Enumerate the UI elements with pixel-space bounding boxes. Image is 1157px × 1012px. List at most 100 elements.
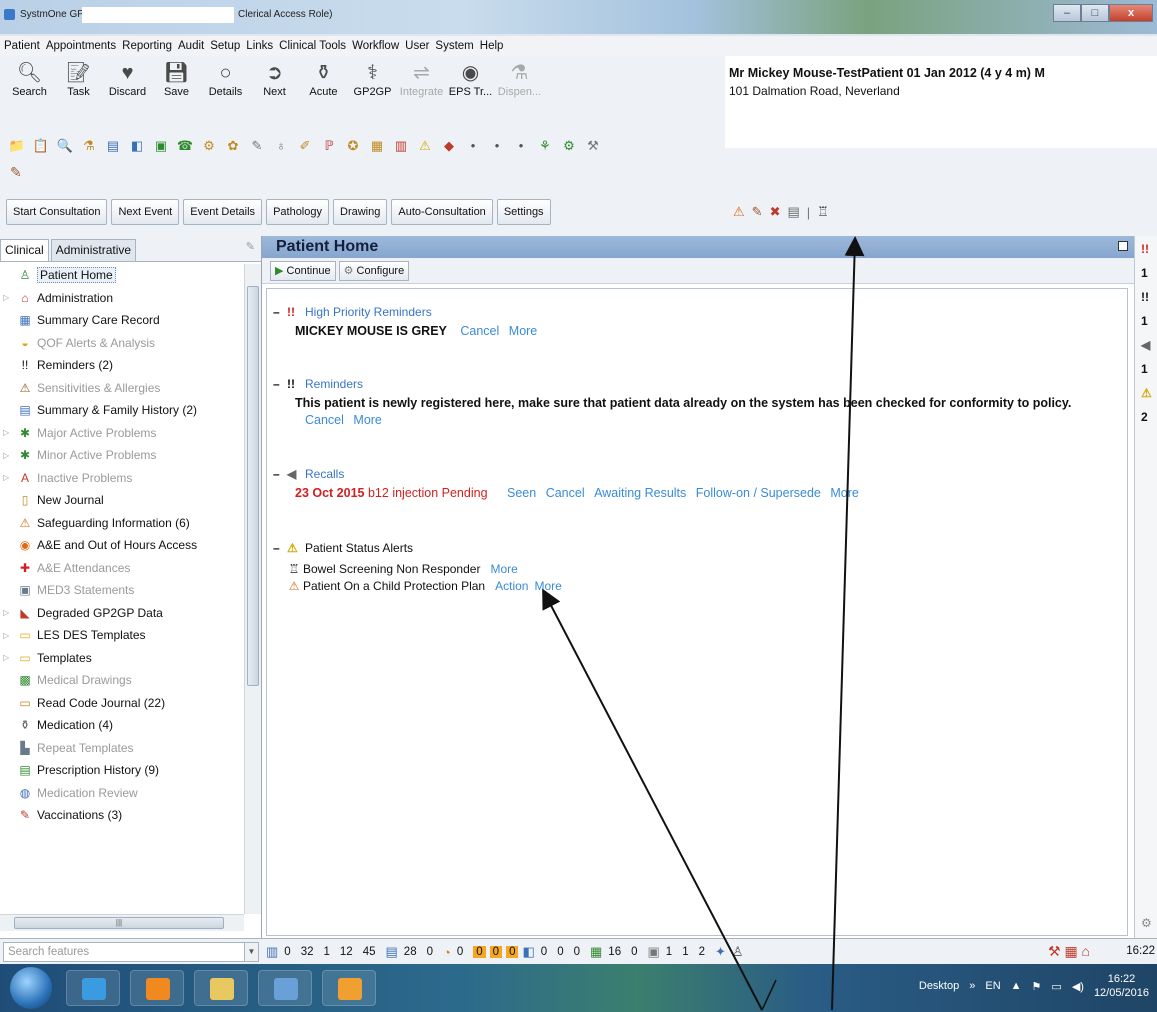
pin-icon[interactable]: ✎ bbox=[246, 240, 255, 253]
menu-clinical-tools[interactable]: Clinical Tools bbox=[279, 40, 346, 52]
toolbar-small-icon[interactable]: ✐ bbox=[296, 138, 314, 154]
document-count-icon[interactable]: ▤ bbox=[386, 944, 398, 960]
expand-arrow-icon[interactable]: ▷ bbox=[3, 608, 9, 617]
toolbar-small-icon[interactable]: ✪ bbox=[344, 138, 362, 154]
appointment-count-icon[interactable]: ◔ bbox=[443, 945, 451, 960]
toolbar-small-icon[interactable]: 📁 bbox=[8, 138, 26, 154]
task-count-icon[interactable]: ▥ bbox=[266, 944, 278, 960]
restore-panel-button[interactable] bbox=[1118, 241, 1128, 251]
maximize-button[interactable]: □ bbox=[1081, 4, 1109, 22]
collapse-icon[interactable]: – bbox=[273, 467, 287, 481]
menu-setup[interactable]: Setup bbox=[210, 40, 240, 52]
toolbar-small-icon[interactable]: ☎ bbox=[176, 138, 194, 154]
reminder-count-icon[interactable]: !! bbox=[1141, 290, 1149, 304]
tree-scroll-thumb[interactable] bbox=[247, 286, 259, 686]
taskbar-clock[interactable]: 16:22 12/05/2016 bbox=[1094, 972, 1149, 1000]
clipboard-count-icon[interactable]: ▣ bbox=[648, 944, 660, 960]
auto-consultation-button[interactable]: Auto-Consultation bbox=[391, 199, 493, 225]
recall-count-icon[interactable]: ◀ bbox=[1141, 338, 1150, 352]
taskbar-explorer[interactable] bbox=[194, 970, 248, 1006]
sidebar-item-sensitivities-allergies[interactable]: ⚠ Sensitivities & Allergies bbox=[0, 377, 244, 400]
taskbar-systmone[interactable] bbox=[258, 970, 312, 1006]
sidebar-item-a-e-and-out-of-hours-access[interactable]: ◉ A&E and Out of Hours Access bbox=[0, 534, 244, 557]
sidebar-item-med3-statements[interactable]: ▣ MED3 Statements bbox=[0, 579, 244, 602]
sidebar-item-medication-4[interactable]: ⚱ Medication (4) bbox=[0, 714, 244, 737]
tab-administrative[interactable]: Administrative bbox=[50, 239, 137, 261]
sidebar-item-a-e-attendances[interactable]: ✚ A&E Attendances bbox=[0, 557, 244, 580]
message-count-icon[interactable]: ◧ bbox=[522, 944, 534, 960]
tree-horizontal-scrollbar[interactable]: ||| bbox=[0, 914, 244, 931]
high-priority-title[interactable]: High Priority Reminders bbox=[305, 305, 432, 319]
cross-icon[interactable]: ✖ bbox=[770, 204, 781, 220]
language-indicator[interactable]: EN bbox=[985, 980, 1000, 992]
sidebar-item-safeguarding-information-6[interactable]: ⚠ Safeguarding Information (6) bbox=[0, 512, 244, 535]
chevron-down-icon[interactable]: ▼ bbox=[244, 943, 258, 961]
toolbar-small-icon[interactable]: ▣ bbox=[152, 138, 170, 154]
toolbar-small-icon[interactable]: • bbox=[464, 138, 482, 154]
toolbar-small-icon[interactable]: ◆ bbox=[440, 138, 458, 154]
toolbar-dispen-button[interactable]: ⚗ Dispen... bbox=[496, 60, 543, 98]
expand-arrow-icon[interactable]: ▷ bbox=[3, 293, 9, 302]
recall-more-link[interactable]: More bbox=[830, 486, 858, 500]
toolbar-small-icon[interactable]: ▤ bbox=[104, 138, 122, 154]
sidebar-item-repeat-templates[interactable]: ▙ Repeat Templates bbox=[0, 737, 244, 760]
menu-patient[interactable]: Patient bbox=[4, 40, 40, 52]
sidebar-item-patient-home[interactable]: ♙ Patient Home bbox=[0, 264, 244, 287]
toolbar-eps-tr-button[interactable]: ◉ EPS Tr... bbox=[447, 60, 494, 98]
reminder-cancel-link[interactable]: Cancel bbox=[305, 413, 344, 427]
reminders-title[interactable]: Reminders bbox=[305, 377, 363, 391]
sidebar-item-read-code-journal-22[interactable]: ▭ Read Code Journal (22) bbox=[0, 692, 244, 715]
sidebar-item-minor-active-problems[interactable]: ▷ ✱ Minor Active Problems bbox=[0, 444, 244, 467]
pathology-button[interactable]: Pathology bbox=[266, 199, 329, 225]
settings-icon[interactable]: ⚙ bbox=[1141, 916, 1152, 930]
help-icon[interactable]: ✦ bbox=[715, 944, 726, 960]
sidebar-item-summary-care-record[interactable]: ▦ Summary Care Record bbox=[0, 309, 244, 332]
toolbar-small-icon[interactable]: ⚠ bbox=[416, 138, 434, 154]
sidebar-item-degraded-gp2gp-data[interactable]: ▷ ◣ Degraded GP2GP Data bbox=[0, 602, 244, 625]
desktop-toolbar[interactable]: Desktop bbox=[919, 980, 959, 992]
sidebar-item-inactive-problems[interactable]: ▷ A Inactive Problems bbox=[0, 467, 244, 490]
toolbar-integrate-button[interactable]: ⇌ Integrate bbox=[398, 60, 445, 98]
toolbar-small-icon[interactable]: ⚒ bbox=[584, 138, 602, 154]
show-hidden-icons[interactable]: ▲ bbox=[1011, 980, 1022, 992]
expand-arrow-icon[interactable]: ▷ bbox=[3, 631, 9, 640]
tree-vertical-scrollbar[interactable] bbox=[244, 264, 261, 914]
collapse-icon[interactable]: – bbox=[273, 377, 287, 391]
search-features-input[interactable]: Search features ▼ bbox=[3, 942, 259, 962]
settings-button[interactable]: Settings bbox=[496, 199, 551, 225]
drawing-button[interactable]: Drawing bbox=[333, 199, 388, 225]
high-priority-count-icon[interactable]: !! bbox=[1141, 242, 1149, 256]
toolbar-small-icon[interactable]: ⚗ bbox=[80, 138, 98, 154]
taskbar-ie[interactable] bbox=[66, 970, 120, 1006]
start-button[interactable] bbox=[10, 967, 52, 1009]
toolbar-small-icon[interactable]: ⚙ bbox=[560, 138, 578, 154]
menu-help[interactable]: Help bbox=[480, 40, 504, 52]
sidebar-item-summary-family-history-2[interactable]: ▤ Summary & Family History (2) bbox=[0, 399, 244, 422]
menu-links[interactable]: Links bbox=[246, 40, 273, 52]
alert-more-link[interactable]: More bbox=[490, 561, 517, 578]
flag-icon[interactable]: ⚑ bbox=[1032, 980, 1042, 993]
edit-icon[interactable]: ✎ bbox=[752, 204, 763, 220]
expand-arrow-icon[interactable]: ▷ bbox=[3, 653, 9, 662]
tree-hscroll-thumb[interactable]: ||| bbox=[14, 917, 224, 929]
toolbar-details-button[interactable]: ○ Details bbox=[202, 60, 249, 98]
sidebar-item-reminders-2[interactable]: !! Reminders (2) bbox=[0, 354, 244, 377]
toolbar-small-icon[interactable]: • bbox=[512, 138, 530, 154]
sidebar-item-administration[interactable]: ▷ ⌂ Administration bbox=[0, 287, 244, 310]
menu-reporting[interactable]: Reporting bbox=[122, 40, 172, 52]
minimize-button[interactable]: – bbox=[1053, 4, 1081, 22]
collapse-icon[interactable]: – bbox=[273, 541, 287, 555]
sidebar-item-les-des-templates[interactable]: ▷ ▭ LES DES Templates bbox=[0, 624, 244, 647]
menu-audit[interactable]: Audit bbox=[178, 40, 204, 52]
sidebar-item-templates[interactable]: ▷ ▭ Templates bbox=[0, 647, 244, 670]
toolbar-discard-button[interactable]: ♥ Discard bbox=[104, 60, 151, 98]
toolbar-small-icon[interactable]: ♁ bbox=[272, 138, 290, 154]
expand-arrow-icon[interactable]: ▷ bbox=[3, 473, 9, 482]
high-priority-cancel-link[interactable]: Cancel bbox=[460, 324, 499, 338]
sidebar-item-prescription-history-9[interactable]: ▤ Prescription History (9) bbox=[0, 759, 244, 782]
toolbar-save-button[interactable]: 💾︎ Save bbox=[153, 60, 200, 98]
recall-cancel-link[interactable]: Cancel bbox=[546, 486, 585, 500]
start-consultation-button[interactable]: Start Consultation bbox=[6, 199, 108, 225]
close-button[interactable]: x bbox=[1109, 4, 1153, 22]
recalls-title[interactable]: Recalls bbox=[305, 467, 344, 481]
